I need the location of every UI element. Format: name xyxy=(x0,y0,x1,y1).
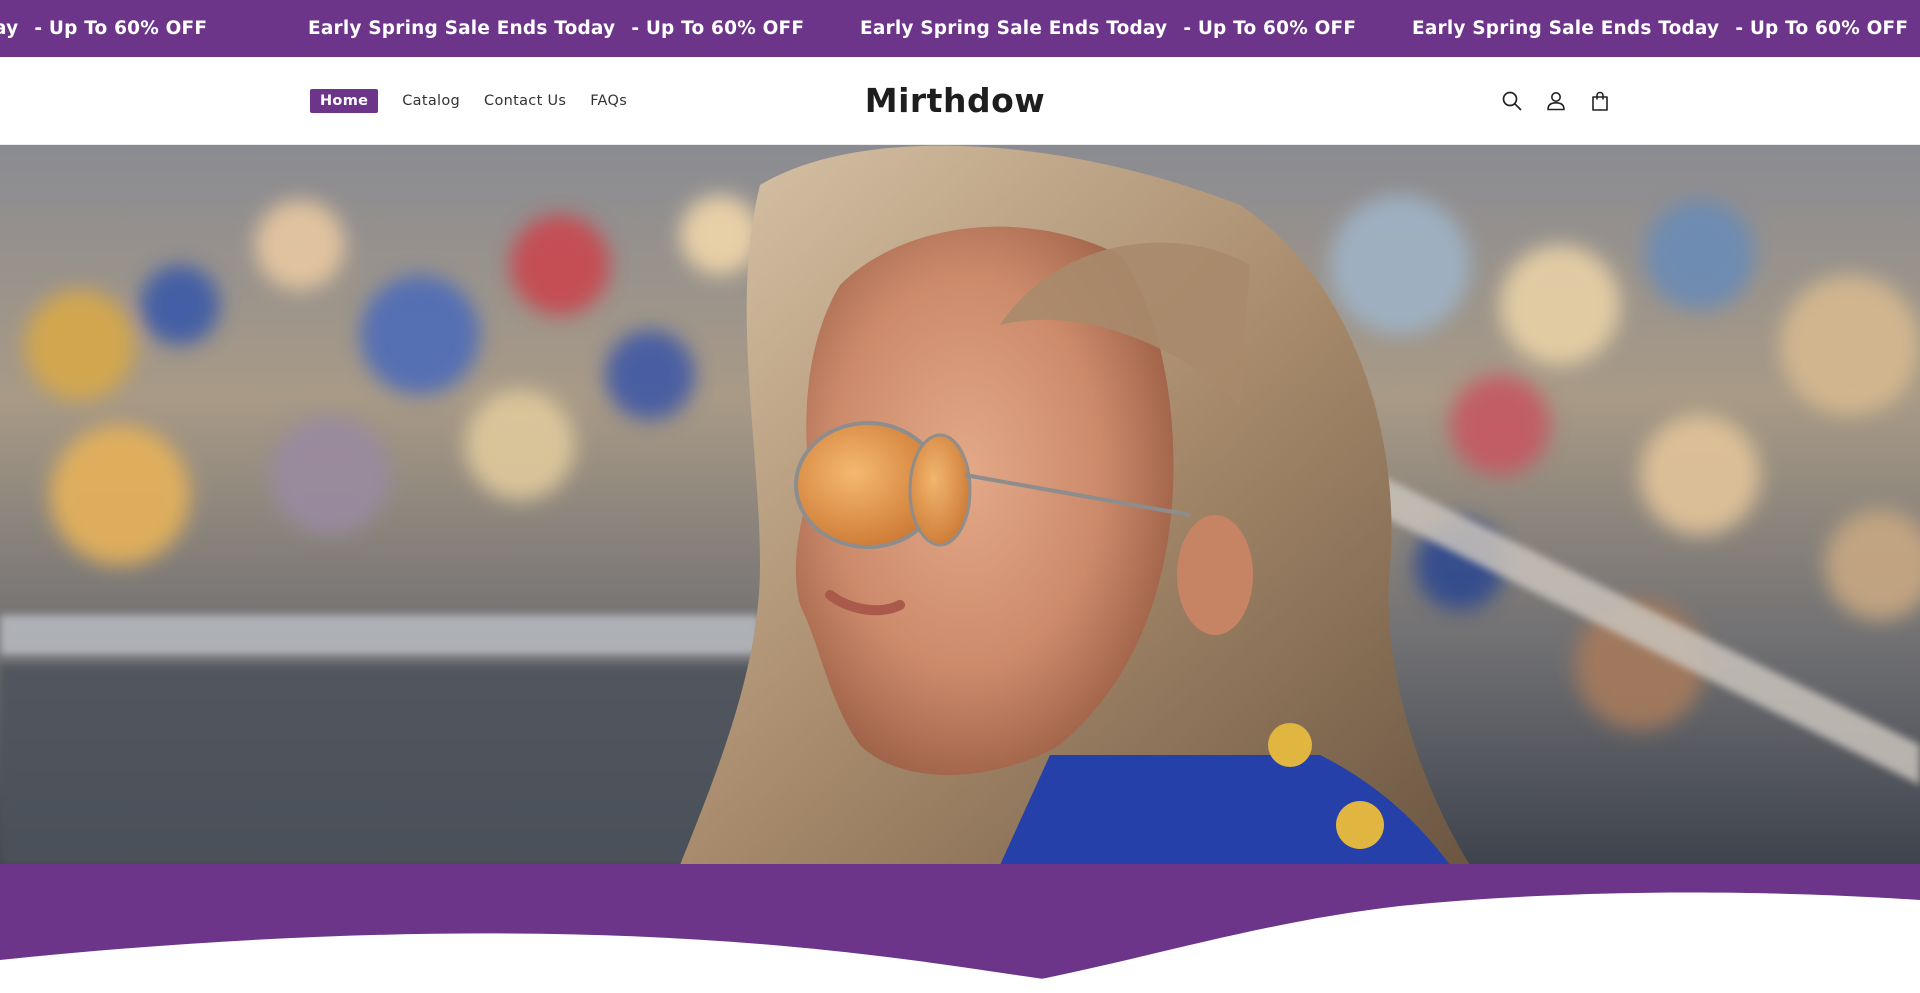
hero-banner-image xyxy=(0,145,1920,865)
announcement-discount: - Up To 60% OFF xyxy=(1183,18,1357,39)
announcement-message: Early Spring Sale Ends Today - Up To 60% … xyxy=(1412,0,1908,57)
account-icon[interactable] xyxy=(1534,79,1578,123)
nav-contact-us[interactable]: Contact Us xyxy=(484,93,566,109)
nav-home[interactable]: Home xyxy=(310,89,379,113)
nav-catalog[interactable]: Catalog xyxy=(402,93,460,109)
cart-icon[interactable] xyxy=(1578,79,1622,123)
announcement-title: Early Spring Sale Ends Today xyxy=(308,18,616,39)
main-nav: Home Catalog Contact Us FAQs xyxy=(310,57,651,145)
announcement-tail: ay xyxy=(0,18,19,39)
announcement-title: Early Spring Sale Ends Today xyxy=(1412,18,1720,39)
wave-divider xyxy=(0,864,1920,993)
announcement-discount: - Up To 60% OFF xyxy=(34,18,208,39)
header-icons xyxy=(1490,57,1622,145)
announcement-discount: - Up To 60% OFF xyxy=(631,18,805,39)
site-header: Mirthdow Home Catalog Contact Us FAQs xyxy=(0,57,1920,145)
nav-faqs[interactable]: FAQs xyxy=(590,93,627,109)
search-icon[interactable] xyxy=(1490,79,1534,123)
announcement-message: ay - Up To 60% OFF xyxy=(0,0,207,57)
announcement-message: Early Spring Sale Ends Today - Up To 60% … xyxy=(308,0,804,57)
announcement-discount: - Up To 60% OFF xyxy=(1735,18,1909,39)
announcement-title: Early Spring Sale Ends Today xyxy=(860,18,1168,39)
hero-photo xyxy=(0,145,1920,865)
site-logo-wrap: Mirthdow xyxy=(0,57,1910,145)
announcement-message: Early Spring Sale Ends Today - Up To 60% … xyxy=(860,0,1356,57)
announcement-bar: ay - Up To 60% OFF Early Spring Sale Ends… xyxy=(0,0,1920,57)
site-logo[interactable]: Mirthdow xyxy=(865,81,1045,120)
wave-shape xyxy=(0,864,1920,993)
